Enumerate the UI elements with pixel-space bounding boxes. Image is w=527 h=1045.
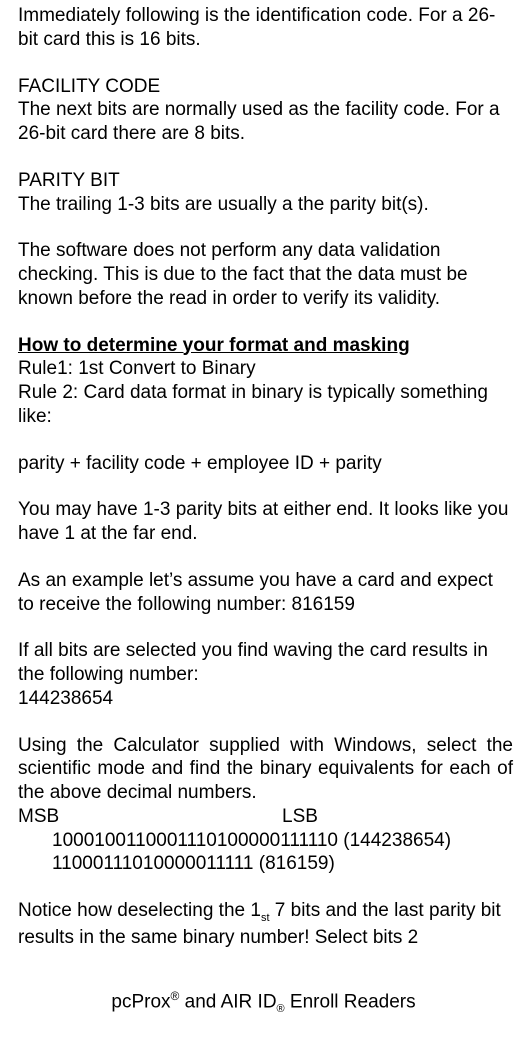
- example-intro: As an example let’s assume you have a ca…: [18, 569, 513, 617]
- all-bits-number: 144238654: [18, 687, 513, 711]
- rule-1: Rule1: 1st Convert to Binary: [18, 357, 513, 381]
- footer-brand-a: pcProx: [111, 991, 170, 1012]
- validation-note: The software does not perform any data v…: [18, 239, 513, 310]
- spacer: [18, 876, 513, 899]
- msb-label: MSB: [18, 805, 282, 829]
- spacer: [18, 429, 513, 452]
- body-content: Immediately following is the identificat…: [18, 4, 513, 949]
- page-container: Immediately following is the identificat…: [0, 0, 527, 1045]
- closing-a: Notice how deselecting the 1: [18, 900, 261, 921]
- spacer: [18, 146, 513, 169]
- intro-paragraph: Immediately following is the identificat…: [18, 4, 513, 52]
- registered-mark-2: ®: [277, 1003, 285, 1015]
- page-footer: pcProx® and AIR ID® Enroll Readers: [0, 989, 527, 1017]
- facility-code-text: The next bits are normally used as the f…: [18, 98, 513, 146]
- parity-bit-text: The trailing 1-3 bits are usually a the …: [18, 193, 513, 217]
- facility-code-heading: FACILITY CODE: [18, 75, 513, 99]
- spacer: [18, 216, 513, 239]
- spacer: [18, 52, 513, 75]
- all-bits-text: If all bits are selected you find waving…: [18, 639, 513, 687]
- footer-brand-c: Enroll Readers: [285, 991, 416, 1012]
- parity-note: You may have 1-3 parity bits at either e…: [18, 498, 513, 546]
- spacer: [18, 475, 513, 498]
- lsb-label: LSB: [282, 805, 318, 829]
- msb-lsb-row: MSB LSB: [18, 805, 513, 829]
- footer-brand-b: and AIR ID: [179, 991, 276, 1012]
- binary-line-1: 1000100110001110100000111110 (144238654): [18, 829, 513, 853]
- format-formula: parity + facility code + employee ID + p…: [18, 452, 513, 476]
- spacer: [18, 546, 513, 569]
- closing-paragraph: Notice how deselecting the 1st 7 bits an…: [18, 899, 513, 949]
- parity-bit-heading: PARITY BIT: [18, 169, 513, 193]
- spacer: [18, 711, 513, 734]
- spacer: [18, 311, 513, 334]
- spacer: [18, 616, 513, 639]
- binary-line-2: 11000111010000011111 (816159): [18, 852, 513, 876]
- how-to-heading: How to determine your format and masking: [18, 334, 513, 358]
- calculator-text: Using the Calculator supplied with Windo…: [18, 734, 513, 805]
- ordinal-st: st: [261, 912, 270, 924]
- rule-2: Rule 2: Card data format in binary is ty…: [18, 381, 513, 429]
